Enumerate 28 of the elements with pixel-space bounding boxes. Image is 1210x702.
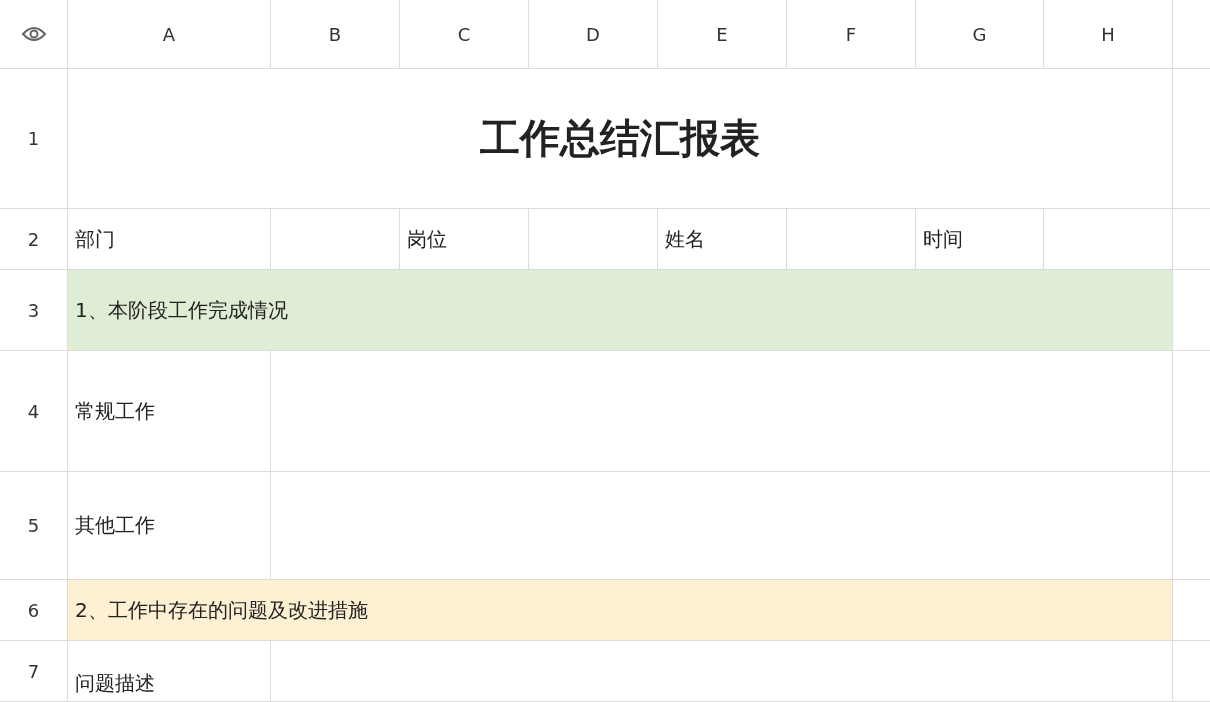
column-header: H [1101, 23, 1115, 45]
empty-cell[interactable] [271, 351, 1173, 472]
row-header: 1 [27, 128, 40, 149]
column-header: B [328, 23, 342, 45]
cell-label: 时间 [923, 225, 963, 253]
cell-label: 姓名 [665, 225, 705, 253]
eye-icon[interactable] [20, 24, 47, 44]
row-header: 4 [27, 400, 40, 422]
cell-label: 常规工作 [75, 397, 155, 425]
cell-label: 岗位 [407, 225, 447, 253]
cell-label: 问题描述 [75, 670, 155, 697]
empty-cell[interactable] [271, 641, 1173, 702]
column-header: A [162, 23, 176, 45]
row-header: 5 [27, 515, 40, 536]
sheet-title: 工作总结汇报表 [480, 114, 760, 163]
cell-label: 部门 [75, 225, 115, 253]
row-header: 2 [27, 228, 40, 250]
row-header: 7 [27, 660, 40, 682]
cell-label: 其他工作 [75, 512, 155, 539]
section-heading: 1、本阶段工作完成情况 [75, 296, 288, 324]
column-header: E [716, 23, 728, 45]
column-header: F [845, 23, 857, 45]
column-header: C [457, 23, 471, 45]
column-header: D [586, 23, 600, 45]
row-header: 6 [27, 599, 40, 621]
section-heading: 2、工作中存在的问题及改进措施 [75, 596, 368, 624]
row-header: 3 [27, 299, 40, 321]
column-header: G [972, 23, 987, 45]
